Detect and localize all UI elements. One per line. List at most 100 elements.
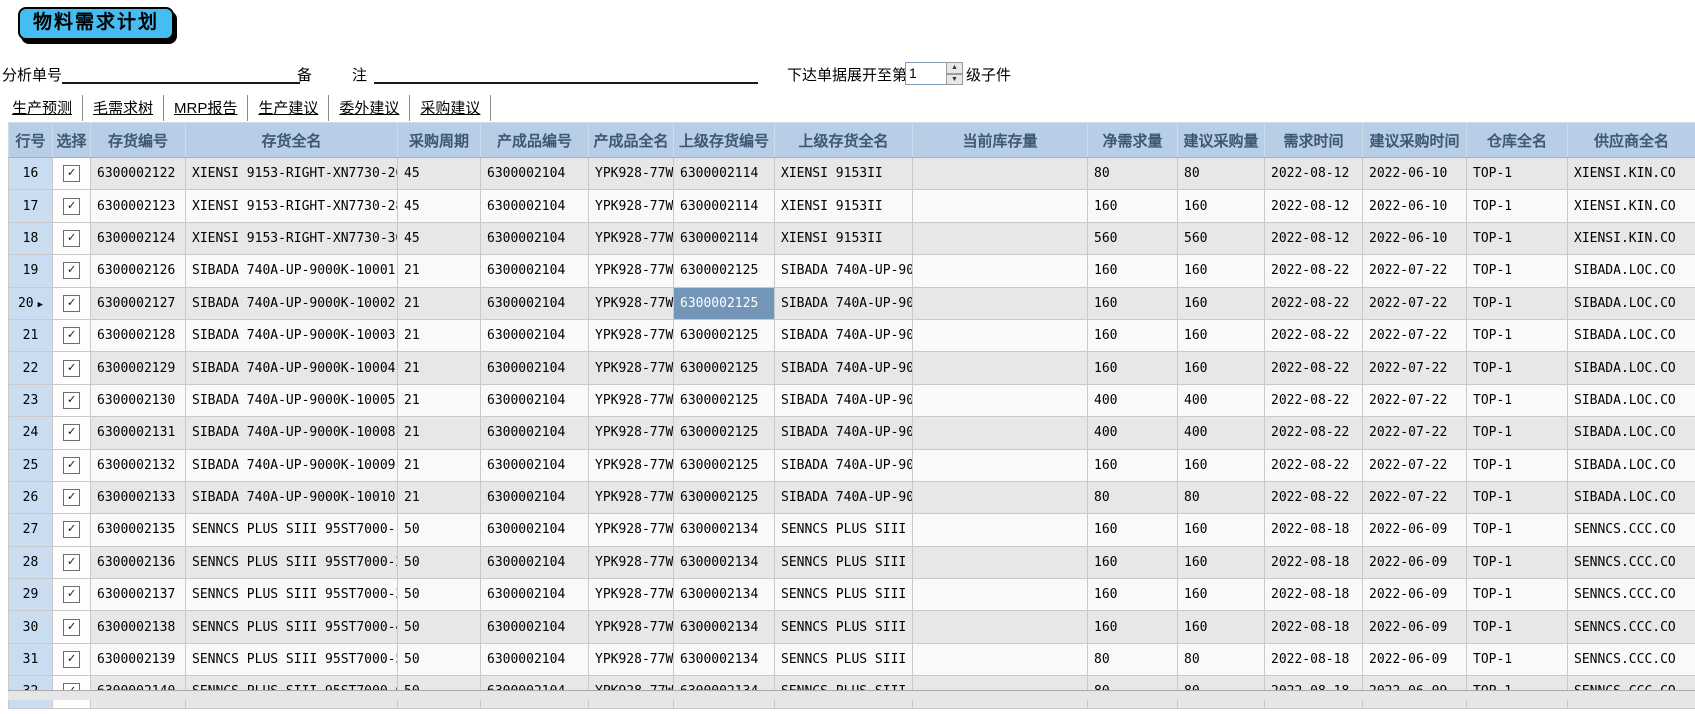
cell-cycle[interactable]: 50 [398, 514, 481, 546]
cell-parent_code[interactable]: 6300002125 [674, 481, 775, 513]
cell-inv_code[interactable]: 6300002130 [91, 384, 186, 416]
cell-sug_qty[interactable]: 160 [1178, 579, 1265, 611]
cell-inv_name[interactable]: XIENSI 9153-RIGHT-XN7730-28Y [186, 190, 398, 222]
row-checkbox[interactable]: ✓ [63, 424, 80, 441]
cell-parent_name[interactable]: SENNCS PLUS SIII [775, 514, 913, 546]
cell-inv_code[interactable]: 6300002133 [91, 481, 186, 513]
cell-cycle[interactable]: 50 [398, 611, 481, 643]
cell-cycle[interactable]: 21 [398, 417, 481, 449]
cell-stock[interactable] [913, 417, 1088, 449]
mrp-title-button[interactable]: 物料需求计划 [18, 7, 174, 40]
tab-outsource-suggest[interactable]: 委外建议 [329, 95, 410, 121]
cell-parent_name[interactable]: SIBADA 740A-UP-9000K [775, 319, 913, 351]
row-number-cell[interactable]: 26 [9, 481, 53, 513]
cell-sug_qty[interactable]: 160 [1178, 611, 1265, 643]
cell-parent_name[interactable]: XIENSI 9153II [775, 190, 913, 222]
cell-sug_qty[interactable]: 80 [1178, 643, 1265, 675]
cell-prod_code[interactable]: 6300002104 [481, 417, 589, 449]
cell-prod_code[interactable]: 6300002104 [481, 255, 589, 287]
row-checkbox[interactable]: ✓ [63, 295, 80, 312]
row-checkbox[interactable]: ✓ [63, 554, 80, 571]
cell-net_qty[interactable]: 160 [1088, 190, 1178, 222]
row-number-cell[interactable]: 16 [9, 158, 53, 190]
row-checkbox[interactable]: ✓ [63, 360, 80, 377]
cell-demand_date[interactable]: 2022-08-22 [1265, 287, 1363, 319]
cell-parent_name[interactable]: SENNCS PLUS SIII [775, 643, 913, 675]
row-number-cell[interactable]: 28 [9, 546, 53, 578]
cell-prod_code[interactable]: 6300002104 [481, 190, 589, 222]
cell-warehouse[interactable]: TOP-1 [1467, 190, 1568, 222]
cell-inv_code[interactable]: 6300002138 [91, 611, 186, 643]
cell-inv_code[interactable]: 6300002123 [91, 190, 186, 222]
cell-warehouse[interactable]: TOP-1 [1467, 255, 1568, 287]
cell-cycle[interactable]: 21 [398, 384, 481, 416]
cell-inv_name[interactable]: SENNCS PLUS SIII 95ST7000-40 [186, 611, 398, 643]
row-number-cell[interactable]: 23 [9, 384, 53, 416]
cell-sug_qty[interactable]: 400 [1178, 384, 1265, 416]
cell-net_qty[interactable]: 160 [1088, 287, 1178, 319]
row-number-cell[interactable]: 30 [9, 611, 53, 643]
cell-parent_name[interactable]: SENNCS PLUS SIII [775, 546, 913, 578]
row-checkbox[interactable]: ✓ [63, 457, 80, 474]
row-number-cell[interactable]: 31 [9, 643, 53, 675]
cell-demand_date[interactable]: 2022-08-22 [1265, 352, 1363, 384]
cell-warehouse[interactable]: TOP-1 [1467, 643, 1568, 675]
col-header-demand_date[interactable]: 需求时间 [1265, 123, 1363, 158]
cell-warehouse[interactable]: TOP-1 [1467, 158, 1568, 190]
cell-net_qty[interactable]: 160 [1088, 449, 1178, 481]
row-checkbox[interactable]: ✓ [63, 198, 80, 215]
cell-demand_date[interactable]: 2022-08-22 [1265, 384, 1363, 416]
col-header-warehouse[interactable]: 仓库全名 [1467, 123, 1568, 158]
row-number-cell[interactable]: 17 [9, 190, 53, 222]
row-number-cell[interactable]: 21 [9, 319, 53, 351]
cell-parent_code[interactable]: 6300002134 [674, 546, 775, 578]
cell-supplier[interactable]: SIBADA.LOC.CO [1568, 417, 1695, 449]
cell-sug_date[interactable]: 2022-07-22 [1363, 255, 1467, 287]
cell-inv_code[interactable]: 6300002129 [91, 352, 186, 384]
cell-sug_qty[interactable]: 160 [1178, 255, 1265, 287]
col-header-parent_code[interactable]: 上级存货编号 [674, 123, 775, 158]
cell-supplier[interactable]: SIBADA.LOC.CO [1568, 255, 1695, 287]
col-header-prod_name[interactable]: 产成品全名 [589, 123, 674, 158]
cell-sug_date[interactable]: 2022-07-22 [1363, 449, 1467, 481]
cell-prod_code[interactable]: 6300002104 [481, 579, 589, 611]
cell-cycle[interactable]: 45 [398, 190, 481, 222]
cell-cycle[interactable]: 21 [398, 287, 481, 319]
cell-cycle[interactable]: 21 [398, 481, 481, 513]
cell-parent_code[interactable]: 6300002134 [674, 643, 775, 675]
cell-net_qty[interactable]: 80 [1088, 643, 1178, 675]
cell-prod_name[interactable]: YPK928-77W [589, 611, 674, 643]
cell-demand_date[interactable]: 2022-08-18 [1265, 579, 1363, 611]
cell-prod_code[interactable]: 6300002104 [481, 449, 589, 481]
cell-stock[interactable] [913, 222, 1088, 254]
cell-parent_code[interactable]: 6300002125 [674, 352, 775, 384]
cell-stock[interactable] [913, 319, 1088, 351]
cell-demand_date[interactable]: 2022-08-12 [1265, 158, 1363, 190]
cell-prod_code[interactable]: 6300002104 [481, 481, 589, 513]
cell-sug_date[interactable]: 2022-06-09 [1363, 643, 1467, 675]
col-header-sug_qty[interactable]: 建议采购量 [1178, 123, 1265, 158]
cell-cycle[interactable]: 45 [398, 222, 481, 254]
cell-cycle[interactable]: 45 [398, 158, 481, 190]
cell-prod_name[interactable]: YPK928-77W [589, 481, 674, 513]
cell-inv_name[interactable]: SENNCS PLUS SIII 95ST7000-10 [186, 514, 398, 546]
cell-stock[interactable] [913, 546, 1088, 578]
cell-stock[interactable] [913, 611, 1088, 643]
cell-net_qty[interactable]: 80 [1088, 158, 1178, 190]
col-header-net_qty[interactable]: 净需求量 [1088, 123, 1178, 158]
cell-cycle[interactable]: 50 [398, 579, 481, 611]
cell-sug_date[interactable]: 2022-06-10 [1363, 158, 1467, 190]
cell-demand_date[interactable]: 2022-08-18 [1265, 546, 1363, 578]
cell-sug_date[interactable]: 2022-07-22 [1363, 319, 1467, 351]
cell-net_qty[interactable]: 160 [1088, 319, 1178, 351]
tab-production-suggest[interactable]: 生产建议 [248, 95, 329, 121]
cell-inv_code[interactable]: 6300002127 [91, 287, 186, 319]
cell-prod_code[interactable]: 6300002104 [481, 643, 589, 675]
cell-cycle[interactable]: 21 [398, 319, 481, 351]
cell-parent_code[interactable]: 6300002134 [674, 579, 775, 611]
cell-supplier[interactable]: SIBADA.LOC.CO [1568, 449, 1695, 481]
cell-prod_name[interactable]: YPK928-77W [589, 417, 674, 449]
cell-parent_code[interactable]: 6300002114 [674, 158, 775, 190]
cell-parent_code[interactable]: 6300002114 [674, 222, 775, 254]
cell-prod_code[interactable]: 6300002104 [481, 319, 589, 351]
